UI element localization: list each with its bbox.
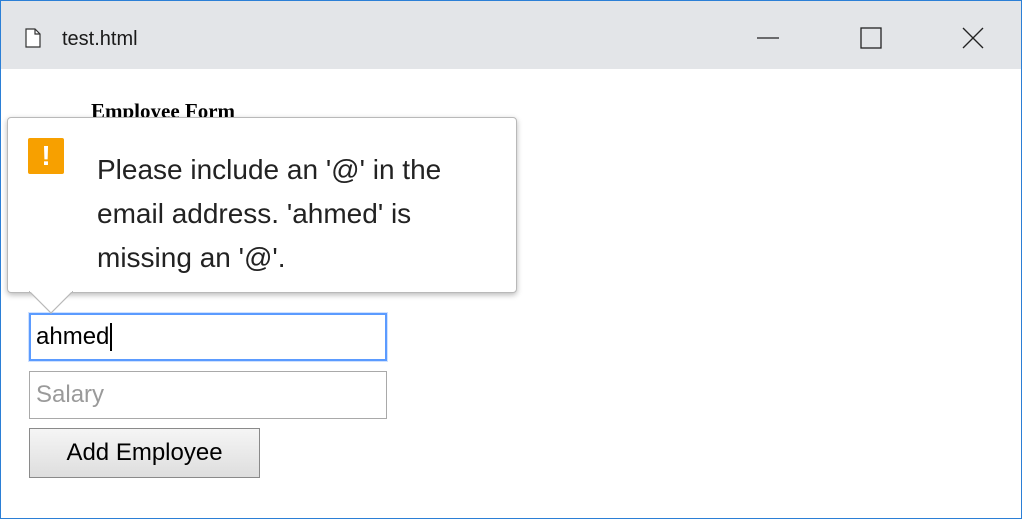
salary-field[interactable]: Salary: [29, 371, 387, 419]
maximize-icon: [860, 27, 882, 49]
add-employee-button[interactable]: Add Employee: [29, 428, 260, 478]
validation-tooltip: ! Please include an '@' in the email add…: [7, 117, 517, 293]
salary-placeholder: Salary: [36, 381, 105, 408]
validation-message: Please include an '@' in the email addre…: [97, 154, 442, 273]
browser-window: test.html Employee Form ahmed Salary Add…: [0, 0, 1022, 519]
document-icon: [25, 28, 41, 48]
minimize-icon: [757, 37, 779, 39]
close-button[interactable]: [950, 15, 996, 61]
text-caret: [110, 323, 112, 351]
close-icon: [962, 27, 984, 49]
maximize-button[interactable]: [848, 15, 894, 61]
email-field[interactable]: ahmed: [29, 313, 387, 361]
email-field-value: ahmed: [36, 323, 110, 350]
warning-icon: !: [28, 138, 64, 174]
tooltip-pointer: [29, 291, 73, 314]
minimize-button[interactable]: [745, 15, 791, 61]
window-title: test.html: [62, 28, 138, 50]
title-bar[interactable]: test.html: [1, 1, 1021, 69]
